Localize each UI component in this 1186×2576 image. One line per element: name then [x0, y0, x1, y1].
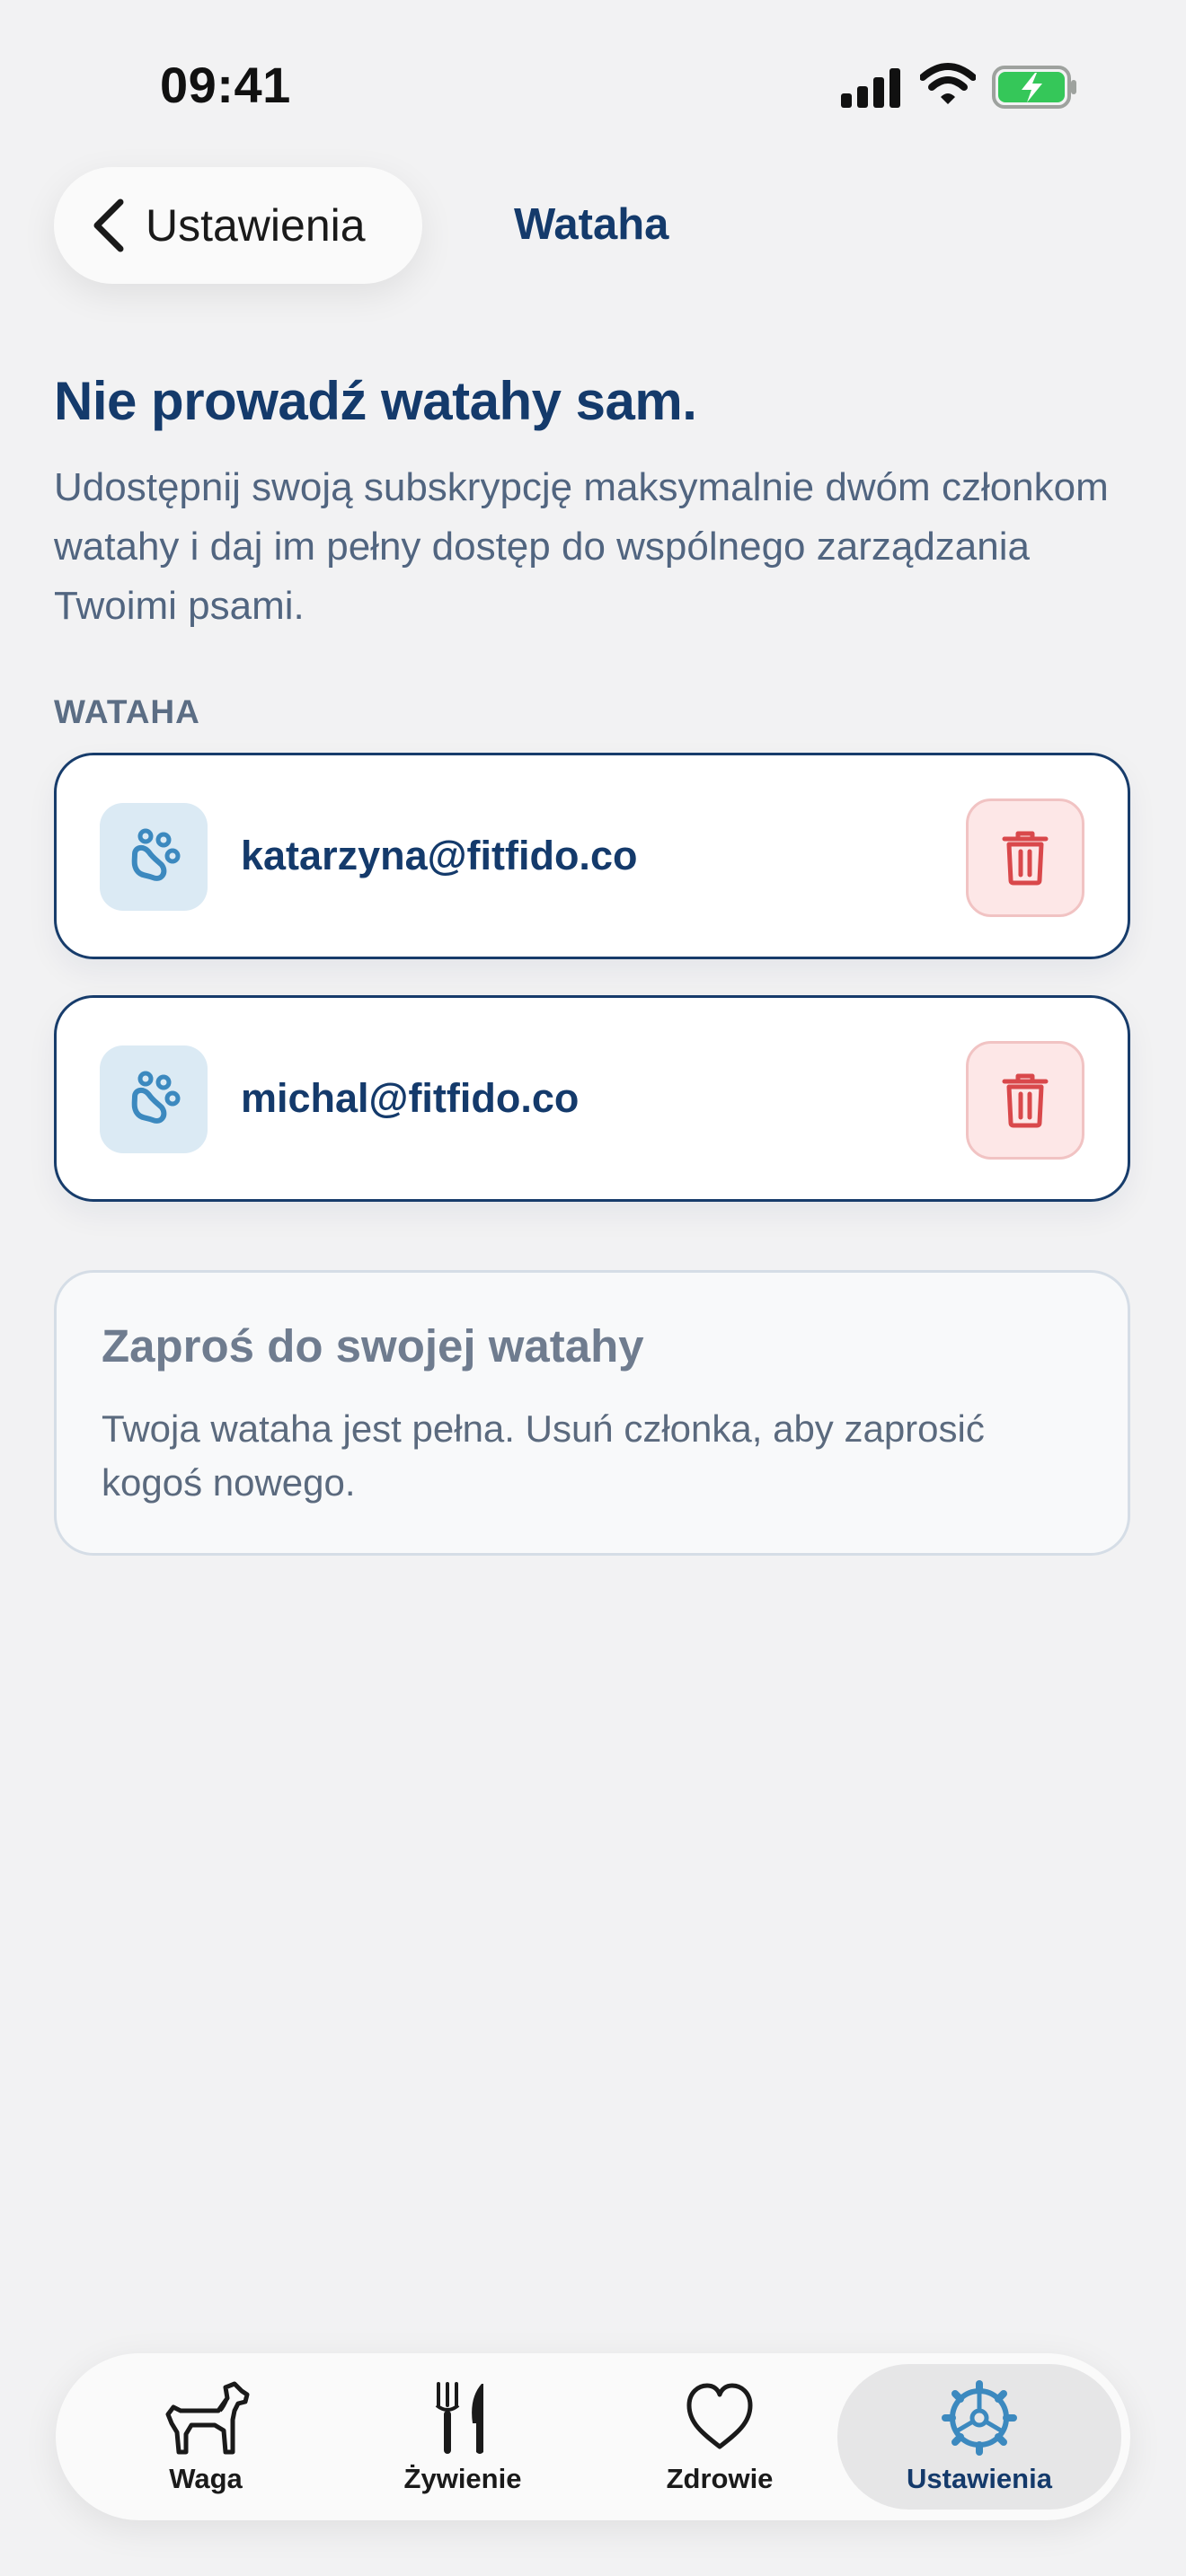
remove-member-button[interactable] [966, 798, 1084, 917]
back-button[interactable]: Ustawienia [54, 167, 422, 284]
member-email: katarzyna@fitfido.co [241, 833, 638, 878]
tab-label: Żywienie [403, 2463, 522, 2494]
invite-message: Twoja wataha jest pełna. Usuń członka, a… [102, 1407, 985, 1504]
paw-icon [131, 1071, 181, 1124]
intro-heading: Nie prowadź watahy sam. [54, 371, 697, 431]
tab-label: Zdrowie [666, 2463, 774, 2494]
member-avatar [100, 803, 208, 911]
invite-card: Zaproś do swojej watahy Twoja wataha jes… [54, 1270, 1130, 1556]
dog-icon [165, 2381, 250, 2455]
section-label: WATAHA [54, 693, 200, 730]
member-card: michal@fitfido.co [54, 995, 1130, 1202]
cellular-signal-icon [841, 68, 900, 108]
fork-knife-icon [435, 2382, 483, 2454]
remove-member-button[interactable] [966, 1041, 1084, 1160]
back-button-label: Ustawienia [146, 200, 366, 251]
trash-icon [1002, 831, 1049, 886]
wifi-icon [920, 63, 976, 104]
page-title: Wataha [514, 200, 669, 249]
member-email: michal@fitfido.co [241, 1075, 580, 1121]
status-time: 09:41 [160, 57, 291, 113]
tab-zdrowie[interactable]: Zdrowie [598, 2353, 841, 2520]
intro-description: Udostępnij swoją subskrypcję maksymalnie… [54, 465, 1109, 628]
invite-title: Zaproś do swojej watahy [102, 1320, 644, 1372]
chevron-left-icon [93, 198, 124, 252]
trash-icon [1002, 1073, 1049, 1128]
paw-icon [131, 828, 181, 881]
settings-gear-icon [942, 2380, 1017, 2456]
battery-charging-icon [992, 66, 1076, 109]
member-avatar [100, 1045, 208, 1153]
tab-label: Ustawienia [907, 2463, 1052, 2494]
tab-waga[interactable]: Waga [84, 2353, 327, 2520]
tab-ustawienia[interactable]: Ustawienia [837, 2364, 1121, 2510]
heart-icon [686, 2383, 753, 2449]
tab-label: Waga [169, 2463, 243, 2494]
tab-zywienie[interactable]: Żywienie [341, 2353, 584, 2520]
member-card: katarzyna@fitfido.co [54, 753, 1130, 959]
tab-bar: Waga Żywienie Zdrowie Ustawienia [56, 2353, 1130, 2520]
